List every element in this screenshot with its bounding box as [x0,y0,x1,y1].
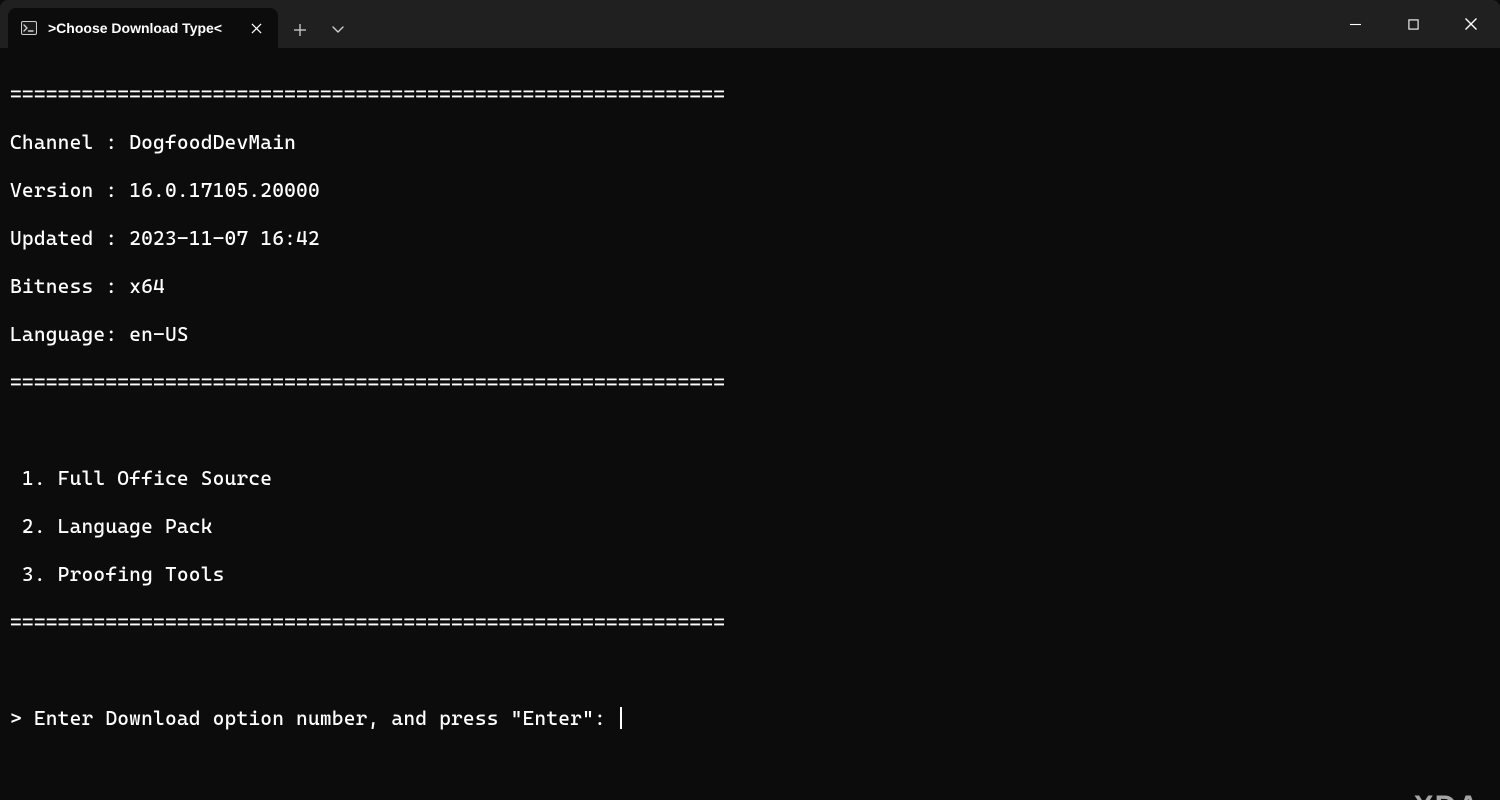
new-tab-button[interactable] [282,12,318,48]
blank-line [10,418,1490,442]
info-bitness: Bitness : x64 [10,274,1490,298]
info-updated: Updated : 2023-11-07 16:42 [10,226,1490,250]
menu-option: 3. Proofing Tools [10,562,1490,586]
value: DogfoodDevMain [129,130,296,154]
label: Channel : [10,130,129,154]
watermark: XDA [1386,792,1480,800]
watermark-logo-icon [1386,792,1408,800]
maximize-button[interactable] [1384,0,1442,48]
prompt-text: > Enter Download option number, and pres… [10,706,618,730]
tab-actions [278,12,356,48]
value: en-US [129,322,189,346]
divider-line: ========================================… [10,82,1490,106]
close-window-button[interactable] [1442,0,1500,48]
value: x64 [129,274,165,298]
divider-line: ========================================… [10,610,1490,634]
terminal-body[interactable]: ========================================… [0,48,1500,800]
window-controls [1326,0,1500,48]
label: Language: [10,322,129,346]
info-version: Version : 16.0.17105.20000 [10,178,1490,202]
menu-option: 2. Language Pack [10,514,1490,538]
tab-strip: >Choose Download Type< [0,0,356,48]
terminal-icon [20,19,38,37]
info-channel: Channel : DogfoodDevMain [10,130,1490,154]
watermark-text: XDA [1414,795,1480,800]
info-language: Language: en-US [10,322,1490,346]
menu-option: 1. Full Office Source [10,466,1490,490]
tab-dropdown-button[interactable] [320,12,356,48]
label: Bitness : [10,274,129,298]
tab-title: >Choose Download Type< [48,20,234,36]
blank-line [10,658,1490,682]
tab-close-button[interactable] [244,16,268,40]
value: 16.0.17105.20000 [129,178,320,202]
terminal-window: >Choose Download Type< [0,0,1500,800]
prompt-line[interactable]: > Enter Download option number, and pres… [10,706,1490,730]
label: Version : [10,178,129,202]
divider-line: ========================================… [10,370,1490,394]
minimize-button[interactable] [1326,0,1384,48]
tab-active[interactable]: >Choose Download Type< [8,8,278,48]
text-cursor [620,707,622,729]
value: 2023-11-07 16:42 [129,226,320,250]
label: Updated : [10,226,129,250]
titlebar[interactable]: >Choose Download Type< [0,0,1500,48]
